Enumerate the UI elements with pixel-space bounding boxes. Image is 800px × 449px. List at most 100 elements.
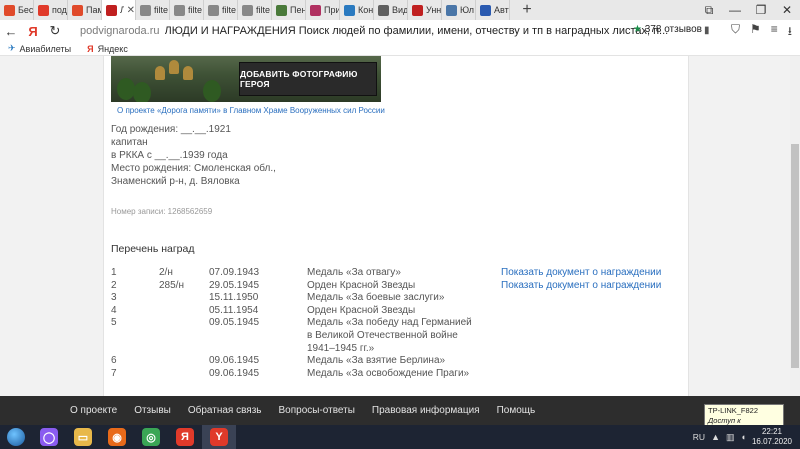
church-dome xyxy=(169,60,179,74)
tab-label: filte xyxy=(222,5,237,15)
bio-service-start: в РККА с __.__.1939 года xyxy=(111,150,228,161)
back-icon[interactable]: ← xyxy=(0,24,22,39)
browser-tab[interactable]: Л✕ xyxy=(102,0,136,20)
tab-label: Пен xyxy=(290,5,305,15)
refresh-icon[interactable]: ↻ xyxy=(44,23,66,39)
site-icon xyxy=(378,4,389,16)
awards-heading: Перечень наград xyxy=(111,243,195,255)
show-award-document-link[interactable]: Показать документ о награждении xyxy=(501,267,661,280)
bookmark-yandex[interactable]: Я Яндекс xyxy=(87,44,128,54)
browser-tab[interactable]: filte xyxy=(204,0,238,20)
award-doc-number: 285/н xyxy=(159,279,184,291)
award-name: Медаль «За боевые заслуги» xyxy=(307,292,445,304)
close-icon[interactable]: ✕ xyxy=(127,5,135,16)
hero-banner: ДОБАВИТЬ ФОТОГРАФИЮ ГЕРОЯ xyxy=(111,56,381,102)
footer-link-feedback[interactable]: Обратная связь xyxy=(188,405,262,416)
language-indicator[interactable]: RU xyxy=(693,432,705,442)
network-icon[interactable]: ▥ xyxy=(726,432,735,443)
page-scrollbar[interactable] xyxy=(790,56,800,396)
add-hero-photo-button[interactable]: ДОБАВИТЬ ФОТОГРАФИЮ ГЕРОЯ xyxy=(239,62,377,96)
taskbar-app[interactable]: ▭ xyxy=(66,425,100,449)
network-tooltip: TP-LINK_F822 Доступ к Интернету xyxy=(704,404,784,434)
browser-tab[interactable]: filte xyxy=(238,0,272,20)
award-row: 5 09.05.1945 Медаль «За победу над Герма… xyxy=(111,317,671,355)
alice-icon: ◯ xyxy=(40,428,58,446)
footer-link-help[interactable]: Помощь xyxy=(497,405,536,416)
yandex-logo-icon[interactable]: Я xyxy=(22,24,44,39)
minimize-icon[interactable]: — xyxy=(722,0,748,20)
browser-tab[interactable]: Юл xyxy=(442,0,476,20)
tree-shape xyxy=(117,78,135,100)
award-row: 4 05.11.1954 Орден Красной Звезды xyxy=(111,305,671,318)
doc-icon xyxy=(242,4,253,16)
doc-icon xyxy=(276,4,287,16)
bookmark-icon[interactable]: ▮ xyxy=(704,25,710,36)
taskbar-app[interactable]: ◉ xyxy=(100,425,134,449)
award-row: 3 15.11.1950 Медаль «За боевые заслуги» xyxy=(111,292,671,305)
church-dome xyxy=(183,66,193,80)
system-tray: RU ▲ ▥ ◖ 22:21 16.07.2020 xyxy=(693,425,800,449)
clock-time: 22:21 xyxy=(761,427,782,436)
site-footer: О проекте Отзывы Обратная связь Вопросы-… xyxy=(0,396,800,425)
browser-tab[interactable]: Авт xyxy=(476,0,510,20)
scrollbar-thumb[interactable] xyxy=(791,144,799,368)
tab-label: Унн xyxy=(426,5,441,15)
browser-tab[interactable]: Бес xyxy=(0,0,34,20)
award-row: 2 285/н 29.05.1945 Орден Красной Звезды … xyxy=(111,280,671,293)
taskbar-app[interactable]: Я xyxy=(168,425,202,449)
tree-shape xyxy=(203,80,221,102)
footer-link-faq[interactable]: Вопросы-ответы xyxy=(279,405,355,416)
browser-tab[interactable]: При xyxy=(306,0,340,20)
url-domain: podvignaroda.ru xyxy=(80,25,160,37)
clock[interactable]: 22:21 16.07.2020 xyxy=(752,427,792,447)
url-field[interactable]: podvignaroda.ru ЛЮДИ И НАГРАЖДЕНИЯ Поиск… xyxy=(80,22,710,40)
browser-tab[interactable]: под xyxy=(34,0,68,20)
bookmark-aviabilety[interactable]: ✈ Авиабилеты xyxy=(8,43,71,54)
site-icon xyxy=(106,4,117,16)
award-name: Медаль «За отвагу» xyxy=(307,267,401,278)
site-icon xyxy=(344,4,355,16)
hero-caption-link[interactable]: О проекте «Дорога памяти» в Главном Храм… xyxy=(117,106,385,115)
award-row: 7 09.06.1945 Медаль «За освобождение Пра… xyxy=(111,368,671,381)
footer-link-reviews[interactable]: Отзывы xyxy=(134,405,171,416)
taskbar-app[interactable]: ◯ xyxy=(32,425,66,449)
toolbar-icons: ⛉ ⚑ ≡ ⭳ xyxy=(731,22,792,43)
show-award-document-link[interactable]: Показать документ о награждении xyxy=(501,280,661,293)
yandex-browser-icon: Я xyxy=(176,428,194,446)
reviews-badge[interactable]: ★ 378 отзывов xyxy=(633,24,702,35)
menu-icon[interactable]: ≡ xyxy=(771,22,778,43)
taskbar-app[interactable]: ◎ xyxy=(134,425,168,449)
yandex-icon xyxy=(38,4,49,16)
maximize-icon[interactable]: ❐ xyxy=(748,0,774,20)
browser-tab[interactable]: filte xyxy=(136,0,170,20)
new-tab-button[interactable]: + xyxy=(516,1,538,19)
browser-tab[interactable]: Пам xyxy=(68,0,102,20)
browser-tab[interactable]: filte xyxy=(170,0,204,20)
arrow-up-icon[interactable]: ▲ xyxy=(711,432,720,442)
browser-tab[interactable]: Унн xyxy=(408,0,442,20)
browser-tab[interactable]: Кон xyxy=(340,0,374,20)
award-row: 6 09.06.1945 Медаль «За взятие Берлина» xyxy=(111,355,671,368)
close-window-icon[interactable]: ✕ xyxy=(774,0,800,20)
footer-link-about[interactable]: О проекте xyxy=(70,405,117,416)
yandex-icon: Я xyxy=(87,43,94,54)
bio-birth-year: Год рождения: __.__.1921 xyxy=(111,124,231,135)
taskbar-app[interactable]: Y xyxy=(202,425,236,449)
tab-label: Юл xyxy=(460,5,474,15)
browser-tab[interactable]: Вид xyxy=(374,0,408,20)
doc-icon xyxy=(140,4,151,16)
download-icon[interactable]: ⭳ xyxy=(788,22,792,43)
award-index: 3 xyxy=(111,292,117,304)
browser-tab[interactable]: Пен xyxy=(272,0,306,20)
chrome-icon: ◎ xyxy=(142,428,160,446)
extensions-icon[interactable]: ⚑ xyxy=(750,22,761,43)
volume-icon[interactable]: ◖ xyxy=(741,432,746,442)
start-button[interactable] xyxy=(0,425,32,449)
award-doc-number: 2/н xyxy=(159,267,173,278)
award-index: 2 xyxy=(111,279,117,291)
footer-link-legal[interactable]: Правовая информация xyxy=(372,405,480,416)
award-date: 09.06.1945 xyxy=(209,367,260,379)
tabs-overview-icon[interactable]: ⧉ xyxy=(696,0,722,20)
award-name: Медаль «За победу над Германией в Велико… xyxy=(307,317,472,354)
protect-icon[interactable]: ⛉ xyxy=(731,22,740,43)
